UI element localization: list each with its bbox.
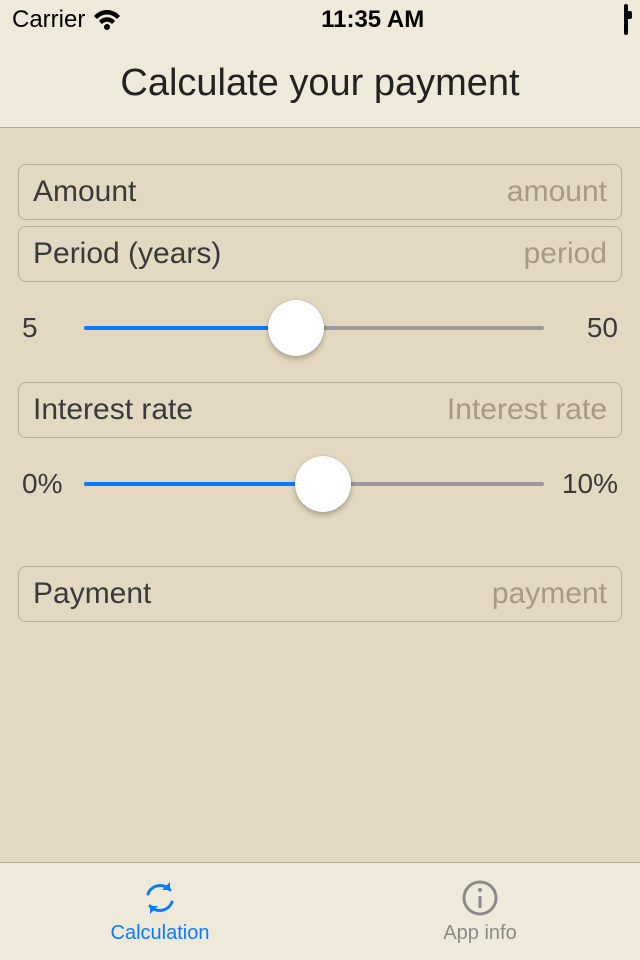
content: Amount amount Period (years) period 5 50… (0, 128, 640, 862)
interest-slider-min: 0% (22, 468, 70, 500)
battery-icon (624, 6, 628, 34)
carrier-label: Carrier (12, 6, 85, 34)
amount-field[interactable]: Amount amount (18, 164, 622, 220)
period-slider-max: 50 (558, 312, 618, 344)
period-label: Period (years) (33, 237, 221, 271)
info-icon (460, 878, 500, 918)
status-time: 11:35 AM (321, 6, 424, 34)
status-right (624, 6, 628, 34)
page-title: Calculate your payment (0, 40, 640, 128)
tab-calculation-label: Calculation (111, 922, 210, 945)
tab-appinfo[interactable]: App info (320, 863, 640, 960)
interest-slider[interactable] (84, 464, 544, 504)
amount-label: Amount (33, 175, 136, 209)
tab-calculation[interactable]: Calculation (0, 863, 320, 960)
payment-label: Payment (33, 577, 151, 611)
period-placeholder: period (524, 237, 607, 271)
tab-bar: Calculation App info (0, 862, 640, 960)
status-bar: Carrier 11:35 AM (0, 0, 640, 40)
slider-thumb[interactable] (295, 456, 351, 512)
period-field[interactable]: Period (years) period (18, 226, 622, 282)
interest-label: Interest rate (33, 393, 193, 427)
payment-placeholder: payment (492, 577, 607, 611)
slider-track-fill (84, 326, 296, 330)
interest-slider-row: 0% 10% (18, 438, 622, 538)
refresh-icon (140, 878, 180, 918)
period-slider-row: 5 50 (18, 282, 622, 382)
payment-field: Payment payment (18, 566, 622, 622)
status-left: Carrier (12, 6, 121, 34)
period-slider-min: 5 (22, 312, 70, 344)
wifi-icon (93, 9, 121, 31)
interest-slider-max: 10% (558, 468, 618, 500)
tab-appinfo-label: App info (443, 922, 516, 945)
amount-placeholder: amount (507, 175, 607, 209)
slider-track-fill (84, 482, 323, 486)
slider-thumb[interactable] (268, 300, 324, 356)
interest-placeholder: Interest rate (447, 393, 607, 427)
interest-field[interactable]: Interest rate Interest rate (18, 382, 622, 438)
period-slider[interactable] (84, 308, 544, 348)
